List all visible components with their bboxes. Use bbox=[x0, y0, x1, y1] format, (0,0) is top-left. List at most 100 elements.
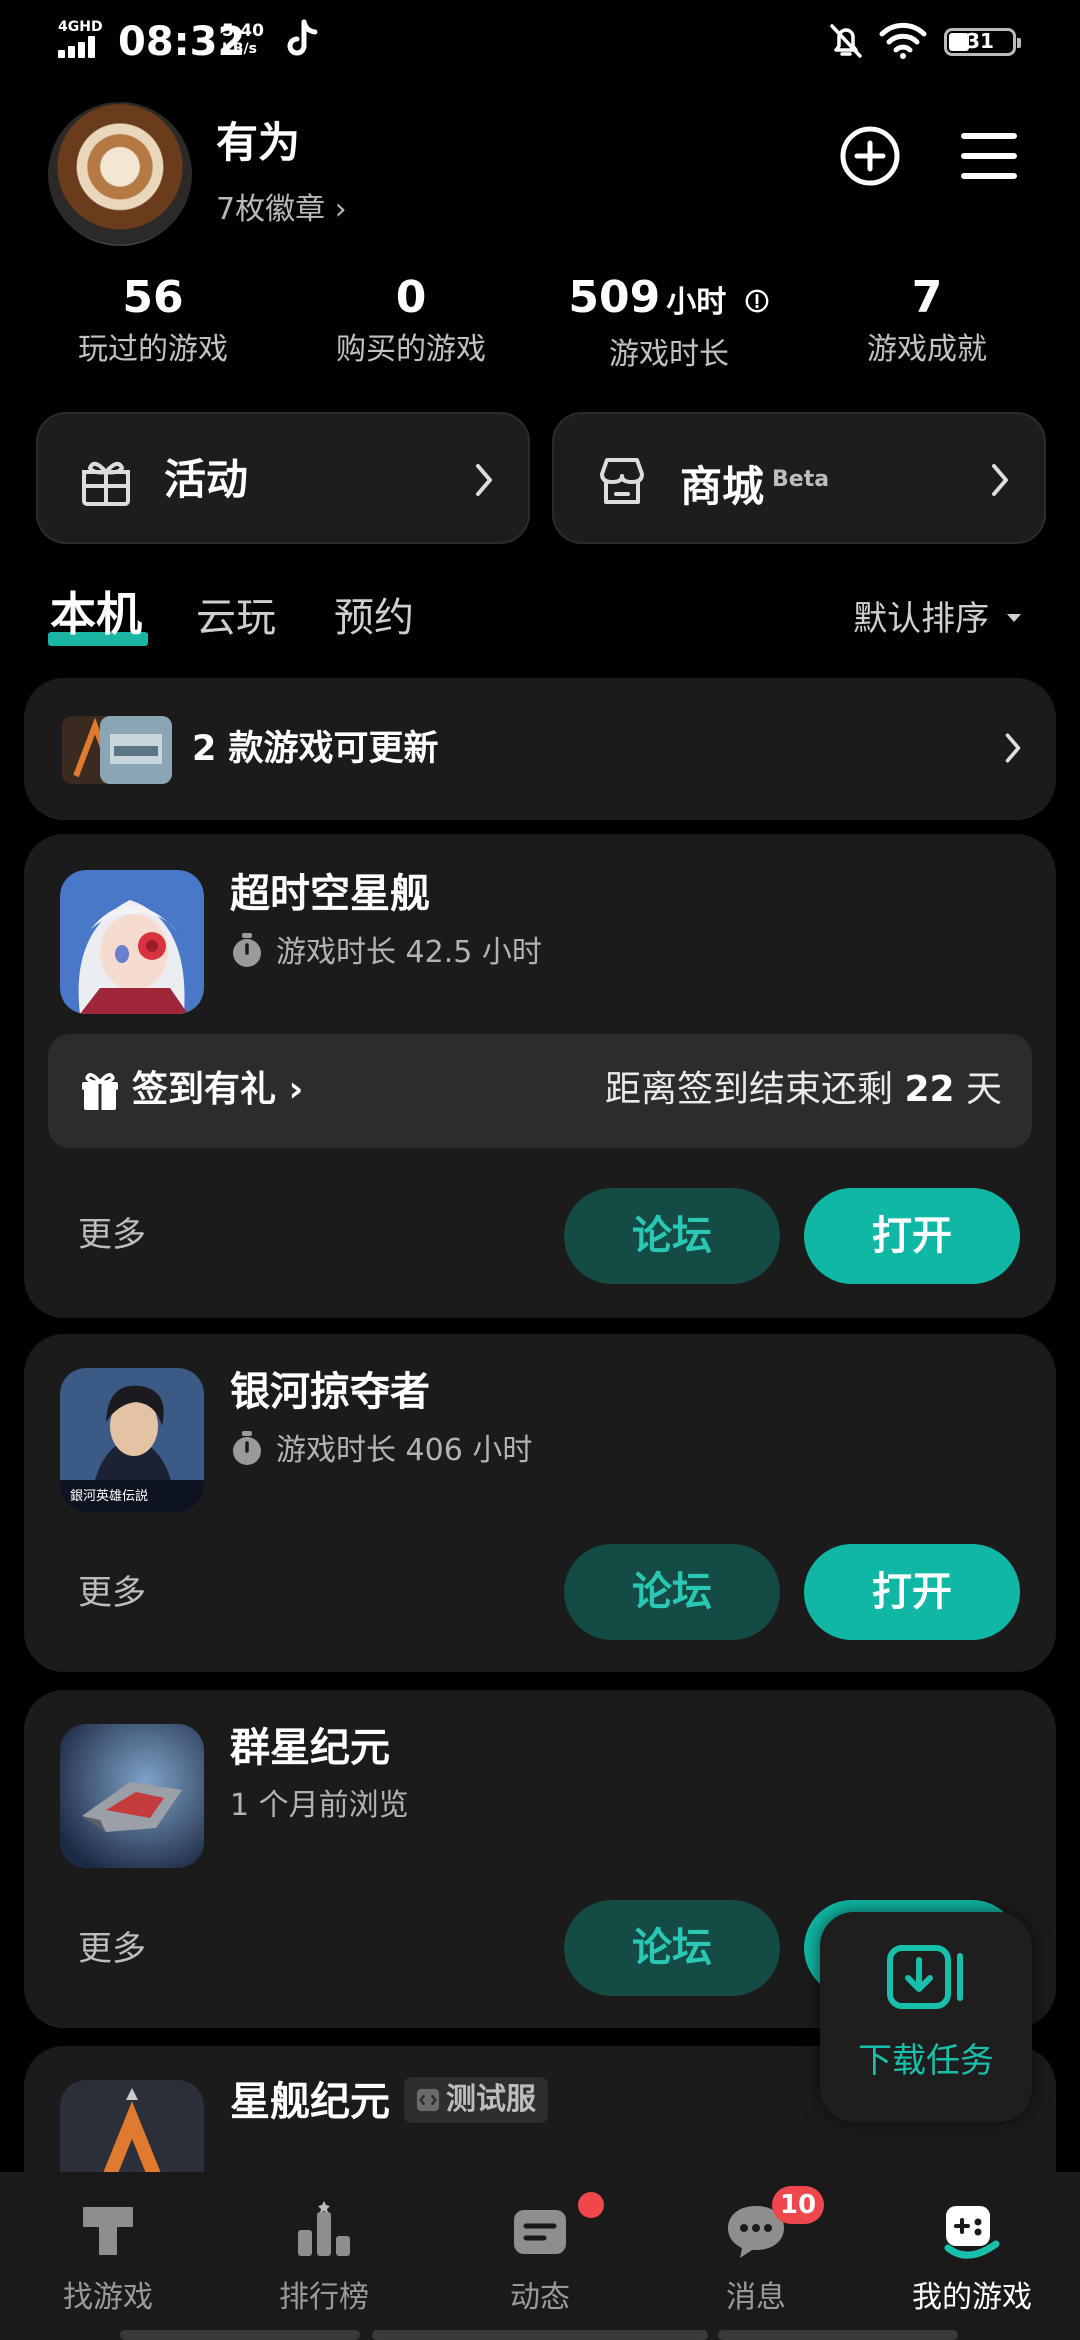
find-games-icon bbox=[83, 2207, 133, 2255]
game-icon[interactable] bbox=[60, 1724, 204, 1868]
gift-icon bbox=[82, 461, 130, 506]
stopwatch-icon bbox=[233, 933, 261, 967]
forum-button[interactable]: 论坛 bbox=[564, 1900, 780, 1996]
sort-label: 默认排序 bbox=[853, 599, 990, 639]
unread-dot bbox=[578, 2192, 604, 2218]
game-name[interactable]: 银河掠夺者 bbox=[230, 1366, 430, 1418]
more-button[interactable]: 更多 bbox=[78, 1570, 146, 1616]
add-icon[interactable] bbox=[838, 124, 902, 188]
nav-feed[interactable]: 动态 bbox=[432, 2172, 648, 2340]
game-playtime: 游戏时长 42.5 小时 bbox=[230, 932, 542, 973]
info-icon[interactable] bbox=[744, 288, 770, 314]
stat-value: 7 bbox=[911, 272, 943, 323]
update-game-thumbnails bbox=[62, 716, 172, 784]
stat-label: 游戏时长 bbox=[609, 337, 729, 372]
countdown-suffix: 天 bbox=[954, 1069, 1002, 1110]
stat-achievements[interactable]: 7 游戏成就 bbox=[802, 268, 1052, 370]
stat-play-time[interactable]: 509 小时 游戏时长 bbox=[544, 268, 794, 375]
store-label: 商城 bbox=[680, 462, 765, 511]
nav-label: 动态 bbox=[510, 2280, 570, 2315]
beta-tag: Beta bbox=[772, 467, 830, 492]
stat-label: 游戏成就 bbox=[867, 332, 987, 367]
nav-my-games[interactable]: 我的游戏 bbox=[864, 2172, 1080, 2340]
nav-label: 排行榜 bbox=[279, 2280, 369, 2315]
nav-label: 我的游戏 bbox=[912, 2280, 1032, 2315]
download-task-label: 下载任务 bbox=[858, 2041, 994, 2081]
open-button[interactable]: 打开 bbox=[804, 1188, 1020, 1284]
stat-purchased-games[interactable]: 0 购买的游戏 bbox=[286, 268, 536, 370]
chevron-right-icon bbox=[992, 464, 1008, 496]
game-icon[interactable]: 銀河英雄伝説 bbox=[60, 1368, 204, 1512]
signin-label: 签到有礼 › bbox=[132, 1069, 304, 1110]
game-last-viewed: 1 个月前浏览 bbox=[230, 1788, 409, 1823]
speed-value: 5.40 bbox=[222, 21, 264, 41]
nav-find-games[interactable]: 找游戏 bbox=[0, 2172, 216, 2340]
nav-ranking[interactable]: 排行榜 bbox=[216, 2172, 432, 2340]
forum-button[interactable]: 论坛 bbox=[564, 1544, 780, 1640]
store-card[interactable]: 商城 Beta bbox=[552, 412, 1046, 544]
signin-bar[interactable]: 签到有礼 › 距离签到结束还剩 22 天 bbox=[48, 1034, 1032, 1148]
download-icon bbox=[887, 1945, 963, 2009]
chevron-right-icon bbox=[1005, 733, 1021, 763]
code-icon bbox=[416, 2088, 440, 2112]
game-name[interactable]: 超时空星舰 bbox=[230, 868, 430, 920]
activity-card[interactable]: 活动 bbox=[36, 412, 530, 544]
gamepad-icon bbox=[944, 2206, 1000, 2259]
stat-value: 509 bbox=[568, 272, 661, 323]
download-task-button[interactable]: 下载任务 bbox=[820, 1912, 1032, 2122]
game-name[interactable]: 群星纪元 bbox=[230, 1722, 390, 1774]
more-button[interactable]: 更多 bbox=[78, 1212, 146, 1258]
gift-icon bbox=[82, 1073, 118, 1110]
store-label-wrap: 商城 Beta bbox=[680, 454, 829, 513]
caret-down-icon bbox=[1007, 614, 1021, 622]
system-nav-bar bbox=[372, 2330, 708, 2340]
battery-level: 31 bbox=[966, 29, 994, 53]
menu-icon[interactable] bbox=[958, 126, 1020, 186]
countdown-days: 22 bbox=[904, 1069, 955, 1110]
tab-cloud[interactable]: 云玩 bbox=[196, 590, 276, 646]
stat-value: 0 bbox=[395, 272, 427, 323]
signal-icon bbox=[58, 36, 106, 58]
sort-dropdown[interactable]: 默认排序 bbox=[853, 596, 1024, 642]
stat-value-wrap: 509 小时 bbox=[544, 268, 794, 333]
test-server-badge: 测试服 bbox=[404, 2077, 548, 2123]
game-name[interactable]: 星舰纪元 bbox=[230, 2079, 390, 2125]
battery-icon: 31 bbox=[944, 28, 1021, 56]
countdown-prefix: 距离签到结束还剩 bbox=[604, 1069, 905, 1110]
game-playtime-text: 游戏时长 406 小时 bbox=[276, 1433, 533, 1468]
tab-local[interactable]: 本机 bbox=[50, 586, 142, 642]
game-card: 銀河英雄伝説 银河掠夺者 游戏时长 406 小时 更多 论坛 打开 bbox=[24, 1334, 1056, 1672]
game-card: 超时空星舰 游戏时长 42.5 小时 签到有礼 › 距离签到结束还剩 22 天 … bbox=[24, 834, 1056, 1318]
wifi-icon bbox=[879, 22, 927, 59]
system-nav-bar bbox=[718, 2330, 958, 2340]
game-name-row: 星舰纪元 测试服 bbox=[230, 2076, 548, 2128]
test-server-label: 测试服 bbox=[446, 2082, 536, 2117]
stat-value: 56 bbox=[122, 272, 184, 323]
open-button[interactable]: 打开 bbox=[804, 1544, 1020, 1640]
stat-label: 购买的游戏 bbox=[336, 332, 486, 367]
message-count-badge: 10 bbox=[772, 2186, 824, 2224]
forum-button[interactable]: 论坛 bbox=[564, 1188, 780, 1284]
status-bar: 4GHD 08:32 5.40 KB/s 31 bbox=[0, 0, 1080, 84]
badges-link[interactable]: 7枚徽章 › bbox=[216, 190, 347, 230]
network-speed: 5.40 KB/s bbox=[222, 22, 282, 58]
stat-played-games[interactable]: 56 玩过的游戏 bbox=[28, 268, 278, 370]
game-playtime-text: 游戏时长 42.5 小时 bbox=[276, 935, 542, 970]
tab-reserve[interactable]: 预约 bbox=[334, 590, 414, 646]
avatar[interactable] bbox=[48, 102, 192, 246]
username[interactable]: 有为 bbox=[216, 118, 300, 168]
system-nav-bar bbox=[120, 2330, 360, 2340]
update-banner[interactable]: 2 款游戏可更新 bbox=[24, 678, 1056, 820]
nav-messages[interactable]: 10 消息 bbox=[648, 2172, 864, 2340]
stopwatch-icon bbox=[233, 1431, 261, 1465]
game-icon[interactable] bbox=[60, 870, 204, 1014]
feed-icon bbox=[514, 2210, 566, 2254]
chevron-right-icon bbox=[476, 464, 492, 496]
speed-unit: KB/s bbox=[222, 41, 257, 57]
nav-label: 消息 bbox=[726, 2280, 786, 2315]
stat-unit: 小时 bbox=[666, 285, 727, 320]
more-button[interactable]: 更多 bbox=[78, 1926, 146, 1972]
ranking-icon bbox=[298, 2201, 350, 2256]
bell-muted-icon bbox=[830, 24, 862, 58]
activity-label: 活动 bbox=[164, 455, 249, 504]
